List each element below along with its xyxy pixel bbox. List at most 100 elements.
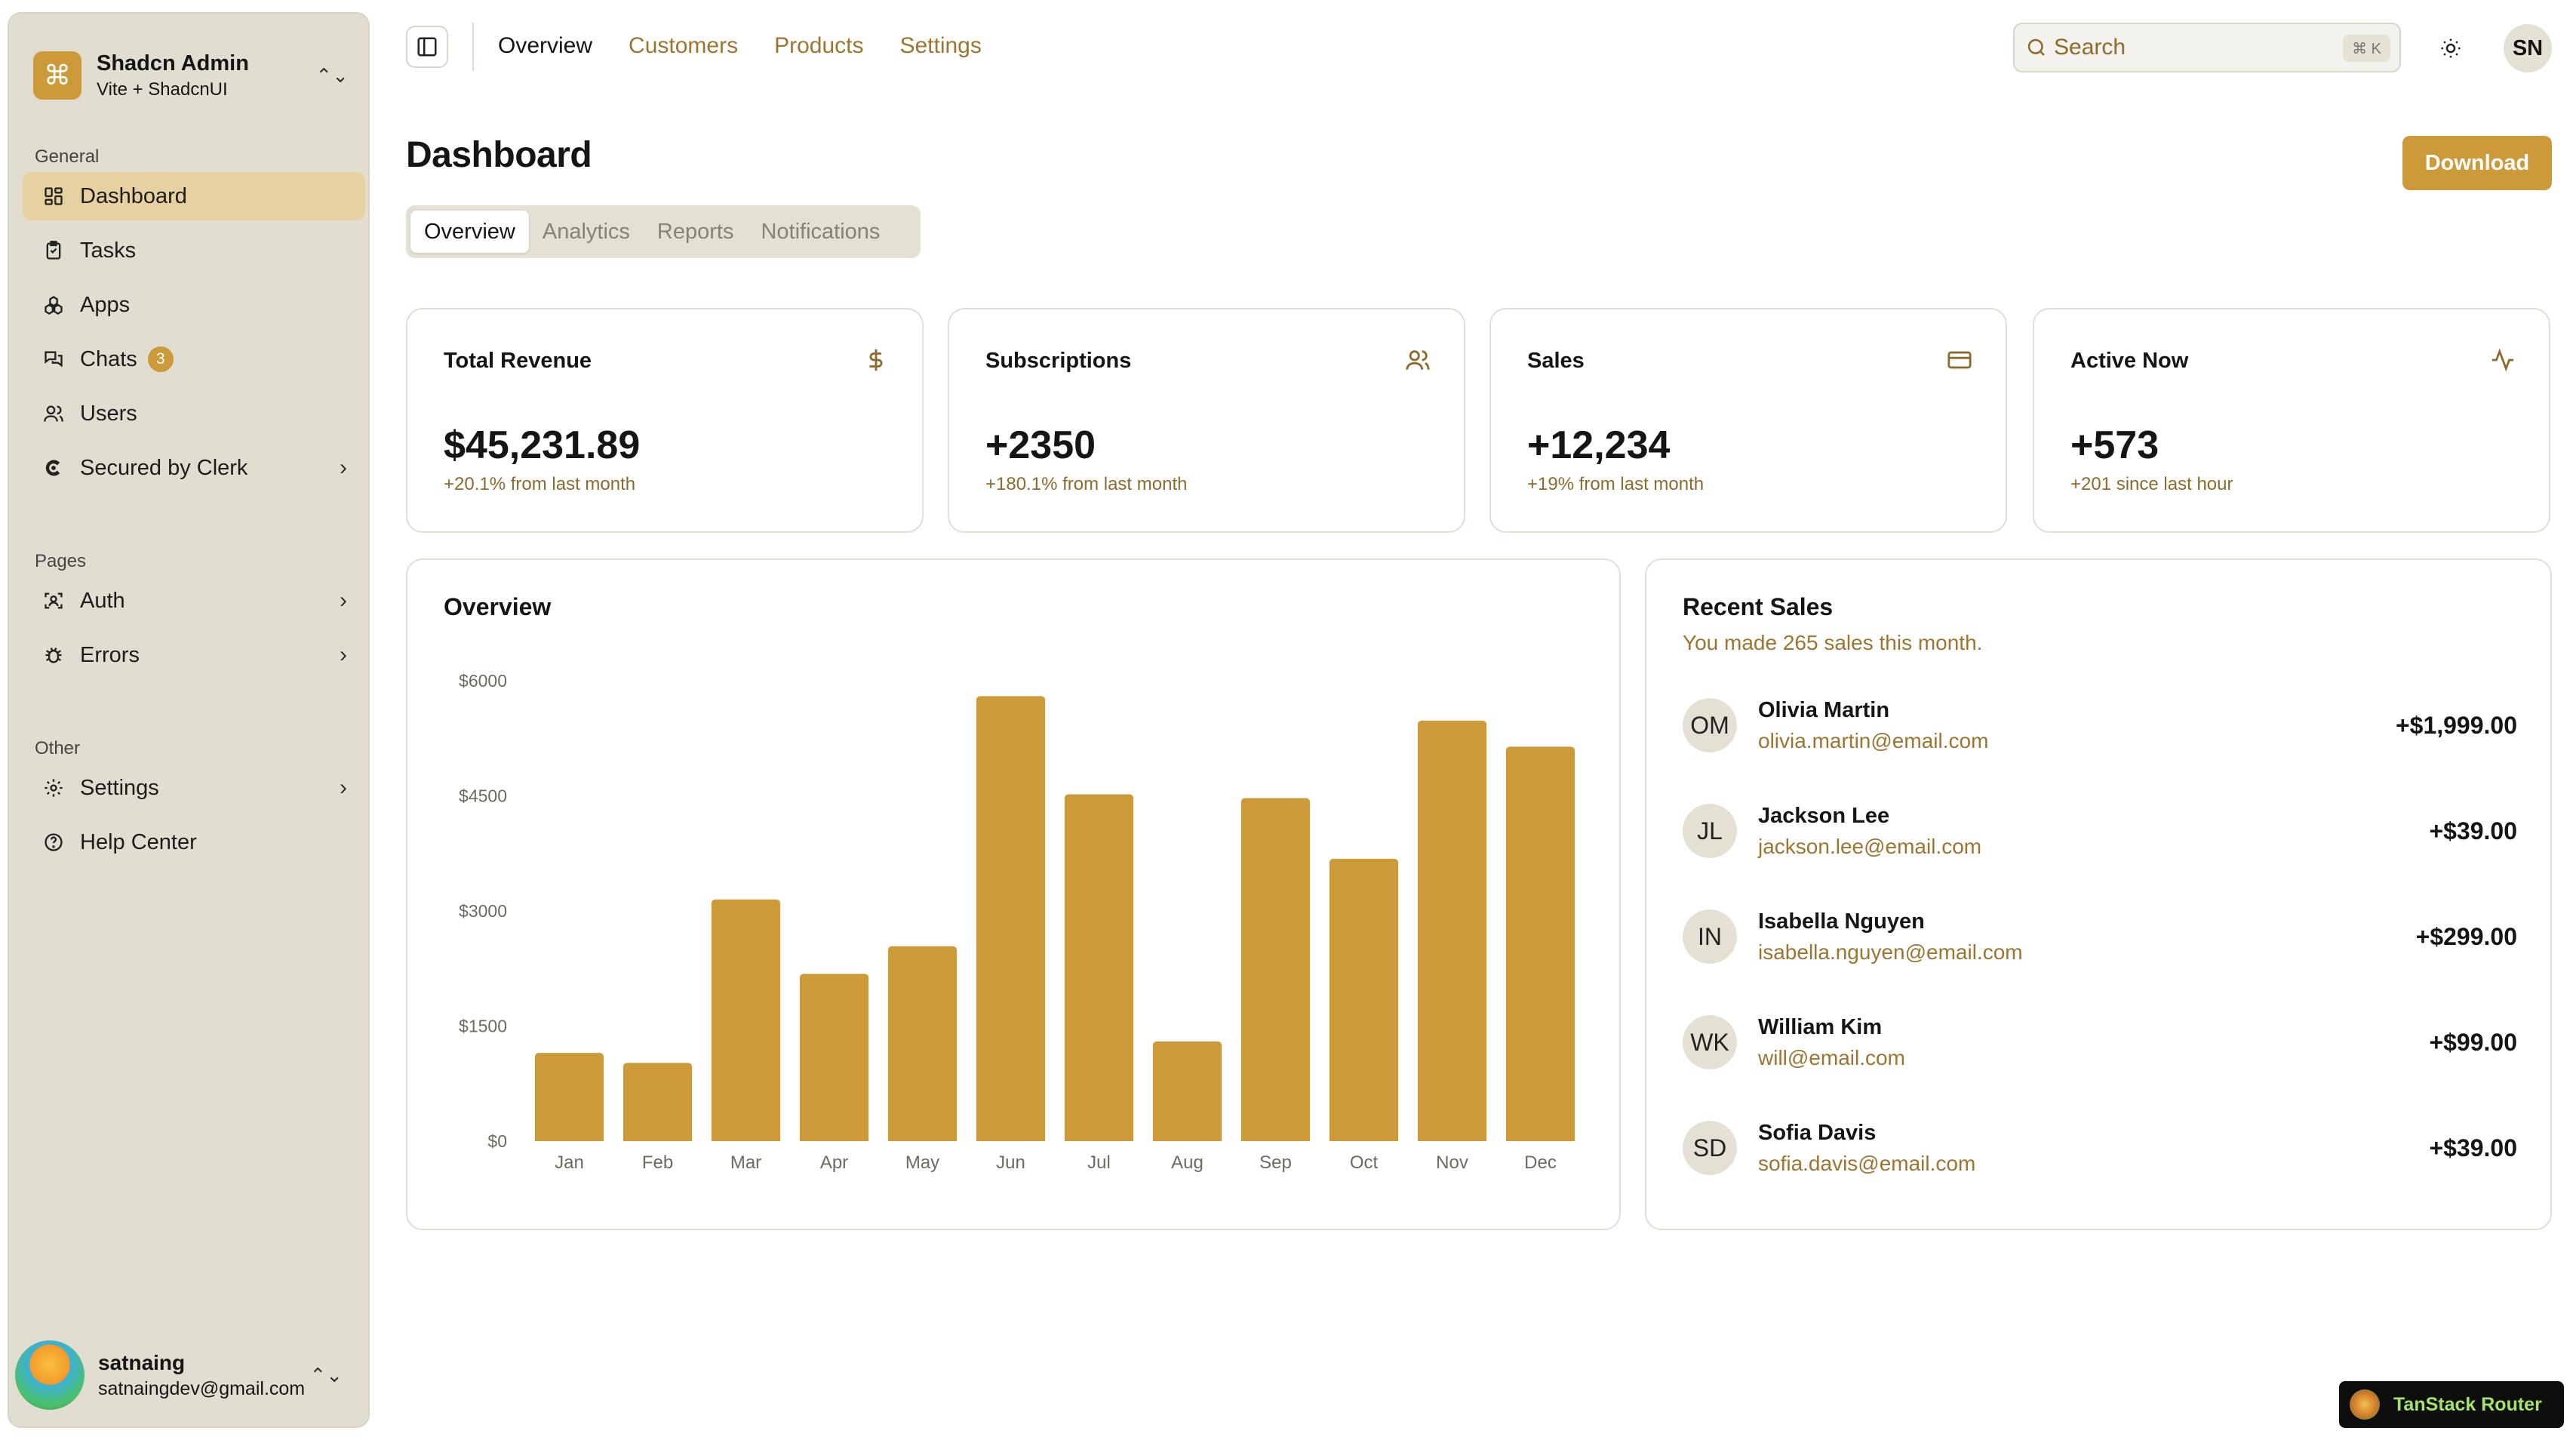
sidebar-item-errors[interactable]: Errors ›: [23, 631, 365, 679]
group-label-other: Other: [35, 738, 81, 758]
x-tick-label: May: [905, 1152, 939, 1173]
y-tick-label: $1500: [459, 1017, 507, 1036]
user-menu[interactable]: satnaing satnaingdev@gmail.com ⌃⌄: [15, 1339, 365, 1411]
bar-jul[interactable]: [1064, 794, 1134, 1141]
profile-avatar-button[interactable]: SN: [2504, 24, 2552, 72]
clipboard-icon: [42, 239, 65, 262]
bar-nov[interactable]: [1417, 720, 1487, 1141]
customer-email: isabella.nguyen@email.com: [1758, 940, 2023, 964]
customer-email: jackson.lee@email.com: [1758, 834, 1982, 858]
customer-name: Isabella Nguyen: [1758, 909, 1925, 934]
sidebar-item-chats[interactable]: Chats 3: [23, 335, 365, 383]
y-tick-label: $0: [487, 1131, 507, 1151]
customer-email: sofia.davis@email.com: [1758, 1151, 1976, 1175]
stat-value: $45,231.89: [444, 423, 641, 467]
recent-sales-card: Recent Sales You made 265 sales this mon…: [1645, 558, 2552, 1230]
bar-oct[interactable]: [1329, 858, 1399, 1141]
top-nav-products[interactable]: Products: [774, 33, 863, 59]
brand-subtitle: Vite + ShadcnUI: [97, 78, 228, 100]
x-tick-label: Jul: [1087, 1152, 1111, 1173]
sidebar-item-label: Chats: [80, 346, 137, 371]
bar-jan[interactable]: [534, 1053, 604, 1141]
search-placeholder: Search: [2054, 35, 2126, 60]
sidebar-item-clerk[interactable]: Secured by Clerk ›: [23, 444, 365, 492]
recent-sales-subtitle: You made 265 sales this month.: [1683, 631, 1983, 654]
y-tick-label: $4500: [459, 786, 507, 806]
sidebar-item-label: Errors: [80, 642, 140, 667]
x-tick-label: Sep: [1259, 1152, 1292, 1173]
sidebar-item-label: Dashboard: [80, 183, 187, 208]
search-input[interactable]: Search ⌘ K: [2013, 23, 2401, 72]
chevrons-up-down-icon: ⌃⌄: [315, 63, 349, 87]
sale-amount: +$1,999.00: [2395, 711, 2517, 739]
messages-icon: [42, 348, 65, 371]
search-icon: [2027, 38, 2045, 56]
tab-overview[interactable]: Overview: [410, 211, 529, 253]
stat-delta: +201 since last hour: [2070, 474, 2233, 494]
bar-apr[interactable]: [799, 974, 869, 1141]
x-tick-label: Aug: [1171, 1152, 1203, 1173]
bar-may[interactable]: [887, 946, 958, 1141]
sidebar-item-dashboard[interactable]: Dashboard: [23, 172, 365, 220]
sale-amount: +$99.00: [2429, 1028, 2517, 1056]
sidebar-item-label: Settings: [80, 775, 159, 800]
activity-icon: [2491, 348, 2514, 372]
sidebar-item-apps[interactable]: Apps: [23, 281, 365, 329]
sidebar-item-help-center[interactable]: Help Center: [23, 818, 365, 866]
sidebar-item-label: Apps: [80, 292, 131, 317]
top-nav-overview[interactable]: Overview: [498, 33, 592, 59]
y-tick-label: $6000: [459, 671, 507, 691]
chevron-right-icon: ›: [340, 642, 347, 667]
y-tick-label: $3000: [459, 901, 507, 921]
panel-left-icon: [417, 37, 437, 57]
bar-mar[interactable]: [711, 899, 781, 1141]
x-tick-label: Mar: [730, 1152, 761, 1173]
sidebar-item-settings[interactable]: Settings ›: [23, 764, 365, 812]
bar-jun[interactable]: [976, 696, 1046, 1141]
sidebar-item-label: Auth: [80, 588, 125, 613]
tab-analytics[interactable]: Analytics: [529, 211, 644, 253]
x-tick-label: Feb: [642, 1152, 673, 1173]
user-scan-icon: [42, 589, 65, 612]
sidebar-item-users[interactable]: Users: [23, 389, 365, 438]
chevron-right-icon: ›: [340, 588, 347, 613]
sale-amount: +$39.00: [2429, 817, 2517, 845]
avatar: OM: [1683, 698, 1737, 752]
help-circle-icon: [42, 831, 65, 854]
avatar: JL: [1683, 804, 1737, 858]
theme-toggle-button[interactable]: [2431, 29, 2470, 68]
top-nav-customers[interactable]: Customers: [629, 33, 738, 59]
stat-value: +573: [2070, 423, 2159, 467]
x-tick-label: Jun: [996, 1152, 1025, 1173]
sale-amount: +$39.00: [2429, 1134, 2517, 1162]
tab-notifications[interactable]: Notifications: [747, 211, 893, 253]
brand-title: Shadcn Admin: [97, 51, 249, 75]
customer-name: Sofia Davis: [1758, 1120, 1877, 1145]
customer-name: Olivia Martin: [1758, 697, 1890, 722]
top-nav-settings[interactable]: Settings: [899, 33, 981, 59]
recent-sales-title: Recent Sales: [1683, 593, 1834, 620]
sidebar: ⌘ Shadcn Admin Vite + ShadcnUI ⌃⌄ Genera…: [8, 12, 370, 1428]
sidebar-toggle-button[interactable]: [406, 26, 448, 68]
packages-icon: [42, 294, 65, 316]
bar-dec[interactable]: [1505, 746, 1575, 1141]
bar-sep[interactable]: [1240, 798, 1311, 1141]
bar-feb[interactable]: [622, 1063, 693, 1141]
stat-label: Subscriptions: [985, 349, 1132, 373]
x-tick-label: Dec: [1524, 1152, 1557, 1173]
page-title: Dashboard: [406, 135, 592, 175]
bar-aug[interactable]: [1152, 1041, 1222, 1141]
stat-label: Sales: [1527, 349, 1585, 373]
avatar: SD: [1683, 1121, 1737, 1175]
bug-icon: [42, 644, 65, 666]
customer-name: William Kim: [1758, 1014, 1883, 1039]
team-switcher[interactable]: ⌘ Shadcn Admin Vite + ShadcnUI ⌃⌄: [33, 38, 349, 113]
users-icon: [1406, 350, 1430, 370]
list-item: IN Isabella Nguyen isabella.nguyen@email…: [1683, 903, 2517, 971]
tab-reports[interactable]: Reports: [644, 211, 748, 253]
sidebar-item-auth[interactable]: Auth ›: [23, 577, 365, 625]
tanstack-router-devtools-button[interactable]: TanStack Router: [2339, 1381, 2564, 1428]
download-button[interactable]: Download: [2402, 136, 2552, 190]
sidebar-item-tasks[interactable]: Tasks: [23, 226, 365, 275]
stat-label: Total Revenue: [444, 349, 592, 373]
